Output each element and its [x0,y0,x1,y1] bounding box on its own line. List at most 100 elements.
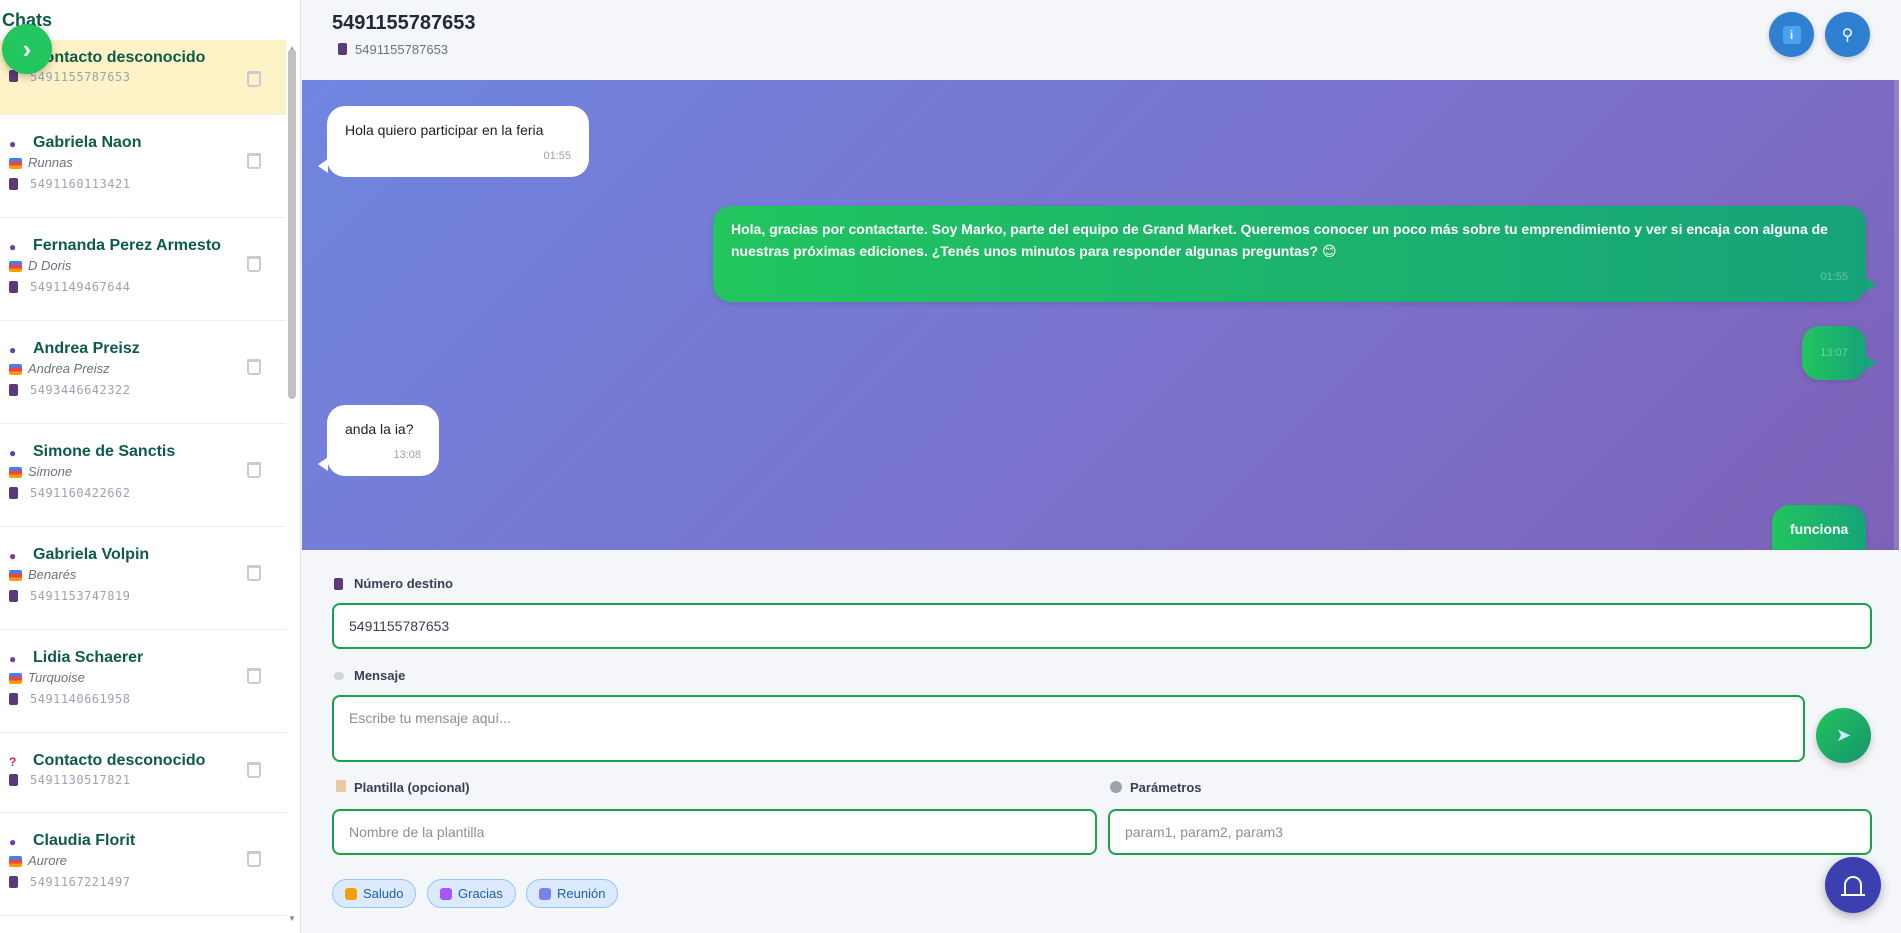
person-icon: ● [9,137,17,151]
books-icon [9,570,22,581]
quick-reply-label: Saludo [363,886,404,901]
trash-icon[interactable] [247,256,261,272]
quick-reply-gracias[interactable]: Gracias [427,879,516,908]
chat-alias: D Doris [28,258,72,273]
phone-icon [9,590,18,602]
template-input[interactable] [332,809,1097,855]
chat-item[interactable]: ● Fernanda Perez Armesto D Doris 5491149… [0,218,286,321]
message-bubble-in: anda la ia? 13:08 [327,405,439,476]
phone-icon [9,178,18,190]
chat-name: Contacto desconocido [33,752,206,769]
chat-name: Fernanda Perez Armesto [33,237,221,254]
info-button[interactable]: i [1769,12,1814,57]
destination-number-input[interactable] [332,603,1872,649]
bubble-tail [1866,278,1876,292]
template-label: Plantilla (opcional) [354,780,470,795]
chat-item[interactable]: ● Lidia Schaerer Turquoise 5491140661958 [0,630,286,733]
bubble-tail [318,457,328,471]
quick-reply-saludo[interactable]: Saludo [332,879,417,908]
composer: Número destino Mensaje ➤ Plantilla (opci… [302,550,1901,933]
gear-icon [1110,781,1122,793]
message-time: 13:07 [1820,347,1848,359]
message-text: anda la ia? [345,421,414,437]
clipboard-icon [336,780,346,792]
bubble-tail [1866,356,1876,370]
chat-phone: 5491160422662 [30,486,131,500]
trash-icon[interactable] [247,668,261,684]
phone-icon [9,384,18,396]
params-input[interactable] [1108,809,1872,855]
message-time: 01:55 [543,150,571,162]
chat-item[interactable]: ● Andrea Preisz Andrea Preisz 5493446642… [0,321,286,424]
notifications-button[interactable] [1825,857,1881,913]
chat-phone: 5491149467644 [30,280,131,294]
message-bubble-out: Hola, gracias por contactarte. Soy Marko… [713,206,1866,302]
trash-icon[interactable] [247,762,261,778]
speech-bubble-icon [334,672,344,680]
books-icon [9,364,22,375]
trash-icon[interactable] [247,359,261,375]
chevron-right-icon: › [22,33,32,64]
chat-alias: Benarés [28,567,77,582]
chat-item[interactable]: ● Gabriela Naon Runnas 5491160113421 [0,115,286,218]
chat-alias: Runnas [28,155,73,170]
message-time: 13:08 [393,449,421,461]
wave-icon [345,888,357,900]
chat-item[interactable]: ? Contacto desconocido 5491130517821 [0,733,286,813]
chat-name: Contacto desconocido [33,49,206,66]
trash-icon[interactable] [247,153,261,169]
chat-item[interactable]: ● Simone de Sanctis Simone 5491160422662 [0,424,286,527]
books-icon [9,158,22,169]
message-bubble-out: 13:07 [1802,326,1866,380]
messages-scrollbar[interactable] [1894,80,1899,550]
chat-phone: 5491160113421 [30,177,131,191]
chat-phone: 5491140661958 [30,692,131,706]
chat-list: ? Contacto desconocido 5491155787653 ● G… [0,40,286,933]
trash-icon[interactable] [247,565,261,581]
contact-title: 5491155787653 [332,12,476,34]
phone-icon [9,487,18,499]
trash-icon[interactable] [247,71,261,87]
person-icon: ● [9,446,17,460]
chat-alias: Aurore [28,853,68,868]
chat-name: Simone de Sanctis [33,443,176,460]
phone-icon [9,774,18,786]
chat-phone: 5491155787653 [30,70,131,84]
chat-sidebar: ? Contacto desconocido 5491155787653 ● G… [0,0,301,933]
phone-icon [338,43,347,55]
chat-name: Gabriela Naon [33,134,142,151]
phone-icon [9,876,18,888]
scroll-down-arrow[interactable]: ▼ [287,914,297,923]
books-icon [9,673,22,684]
chat-header: 5491155787653 5491155787653 i ⚲ [302,0,1901,80]
scroll-thumb[interactable] [288,49,296,399]
message-time: 01:55 [1820,271,1848,283]
person-icon: ● [9,652,17,666]
trash-icon[interactable] [247,851,261,867]
bell-icon [1841,876,1865,896]
person-icon: ● [9,343,17,357]
quick-reply-label: Gracias [458,886,503,901]
message-bubble-out: funciona [1772,505,1866,550]
chat-item[interactable]: ● Claudia Florit Aurore 5491167221497 [0,813,286,916]
search-button[interactable]: ⚲ [1825,12,1870,57]
chat-alias: Andrea Preisz [28,361,110,376]
trash-icon[interactable] [247,462,261,478]
toggle-sidebar-button[interactable]: › [2,24,52,74]
calendar-icon [539,888,551,900]
chat-item[interactable]: ● Gabriela Volpin Benarés 5491153747819 [0,527,286,630]
chat-name: Lidia Schaerer [33,649,144,666]
person-icon: ● [9,240,17,254]
chat-alias: Simone [28,464,73,479]
message-input[interactable] [332,695,1805,762]
quick-reply-reunion[interactable]: Reunión [526,879,619,908]
phone-icon [9,693,18,705]
hands-icon [440,888,452,900]
person-icon: ● [9,549,17,563]
messages-area: Hola quiero participar en la feria 01:55… [302,80,1899,550]
sidebar-scrollbar[interactable]: ▲ ▼ [287,44,297,924]
books-icon [9,856,22,867]
send-button[interactable]: ➤ [1816,708,1871,763]
send-icon: ➤ [1835,725,1852,745]
quick-reply-label: Reunión [557,886,606,901]
